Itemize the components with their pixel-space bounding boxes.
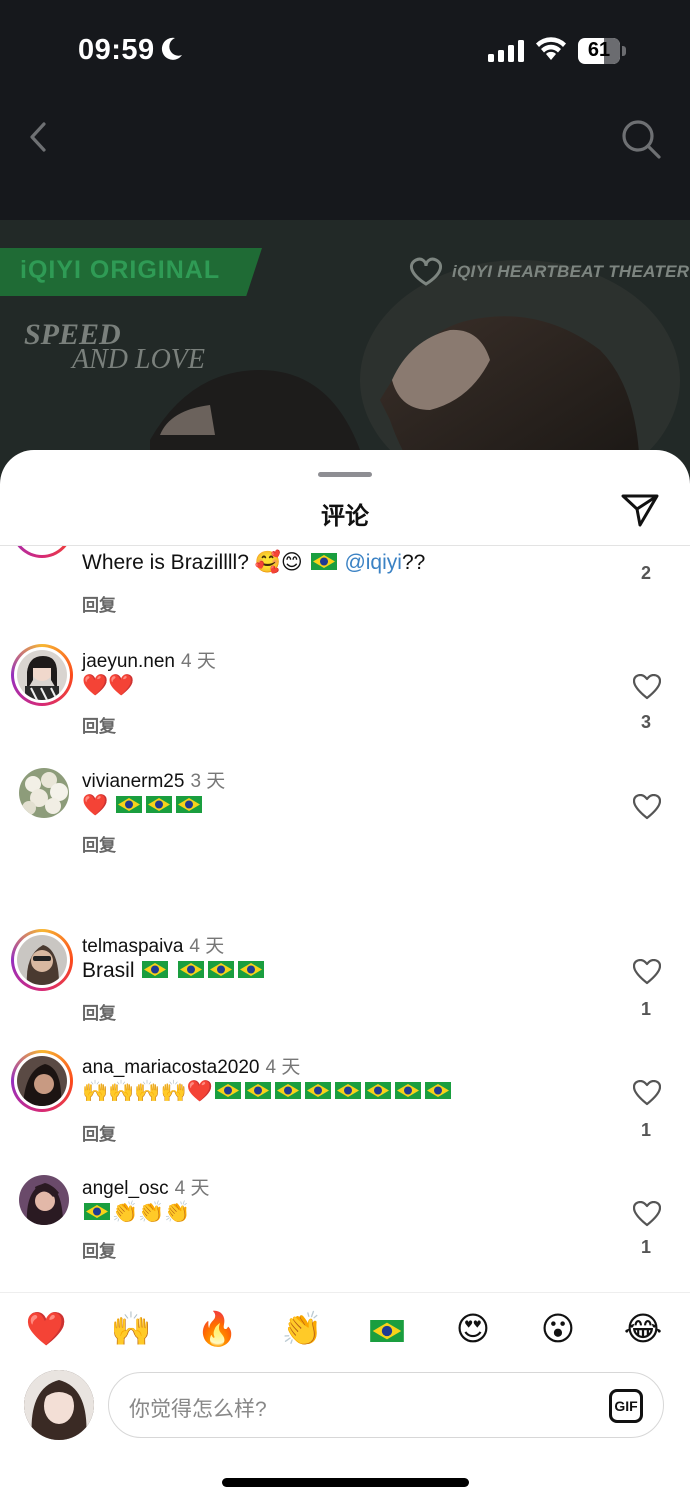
comment-header: ana_mariacosta2020 4 天 xyxy=(82,1052,300,1079)
brazil-flag-icon xyxy=(146,796,172,813)
comment-header: telmaspaiva 4 天 xyxy=(82,931,224,958)
heart-icon[interactable] xyxy=(633,959,661,985)
brazil-flag-icon xyxy=(208,961,235,978)
comment-username[interactable]: vivianerm25 xyxy=(82,771,184,792)
moon-icon xyxy=(161,37,182,60)
status-bar: 09:59 61 xyxy=(0,0,690,100)
wifi-icon xyxy=(536,37,566,60)
emoji-heart-eyes-button[interactable]: 😍 xyxy=(451,1307,495,1351)
back-icon[interactable] xyxy=(24,120,52,154)
brazil-flag-icon xyxy=(424,1082,451,1099)
brazil-flag-icon xyxy=(334,1082,361,1099)
heartbeat-logo-icon xyxy=(409,257,443,286)
comment-composer: 你觉得怎么样? GIF xyxy=(0,1364,690,1464)
battery-level: 61 xyxy=(587,39,611,61)
emoji-laughing-button[interactable]: 😂 xyxy=(621,1307,665,1351)
home-indicator[interactable] xyxy=(222,1478,469,1487)
like-count: 1 xyxy=(640,999,651,1019)
emoji-surprised-button[interactable]: 😮 xyxy=(536,1307,580,1351)
video-banner[interactable]: iQIYI ORIGINAL iQIYI HEARTBEAT THEATER S… xyxy=(0,220,690,480)
share-icon[interactable] xyxy=(620,492,660,528)
comment-username[interactable]: ana_mariacosta2020 xyxy=(82,1057,259,1078)
comment-time: 4 天 xyxy=(174,1178,210,1199)
comment-text: ❤️❤️ xyxy=(82,674,135,697)
comment-username[interactable]: jaeyun.nen xyxy=(82,651,175,672)
brazil-flag-icon xyxy=(176,796,202,813)
comment-username[interactable]: angel_osc xyxy=(82,1178,169,1199)
comment-text: ❤️ xyxy=(82,794,204,818)
comment-time: 4 天 xyxy=(265,1057,301,1078)
heart-icon[interactable] xyxy=(633,794,661,820)
comment-time: 4 天 xyxy=(189,936,225,957)
brazil-flag-icon xyxy=(364,1082,391,1099)
sheet-grabber[interactable] xyxy=(318,472,372,477)
reply-button[interactable]: 回复 xyxy=(82,591,116,616)
heart-icon[interactable] xyxy=(633,1201,661,1227)
comment-text: Brasil xyxy=(82,959,266,983)
brazil-flag-icon xyxy=(394,1082,421,1099)
avatar[interactable] xyxy=(11,929,73,991)
brazil-flag-icon xyxy=(244,1082,271,1099)
emoji-heart-button[interactable]: ❤️ xyxy=(24,1307,68,1351)
avatar[interactable] xyxy=(19,1175,69,1225)
sheet-title: 评论 xyxy=(321,503,369,530)
reply-button[interactable]: 回复 xyxy=(82,1120,116,1145)
show-title-line2: AND LOVE xyxy=(72,344,205,375)
emoji-brazil-flag-button[interactable] xyxy=(365,1307,409,1351)
brazil-flag-icon xyxy=(116,796,142,813)
brazil-flag-icon xyxy=(238,961,265,978)
cellular-signal-icon xyxy=(488,40,524,62)
brazil-flag-icon xyxy=(84,1203,110,1220)
reply-button[interactable]: 回复 xyxy=(82,831,116,856)
battery-icon: 61 xyxy=(578,38,626,64)
heart-icon[interactable] xyxy=(633,674,661,700)
comment-input[interactable]: 你觉得怎么样? GIF xyxy=(108,1372,664,1438)
comment-input-placeholder: 你觉得怎么样? xyxy=(129,1398,267,1421)
comment-time: 4 天 xyxy=(180,651,216,672)
comment-header: vivianerm25 3 天 xyxy=(82,766,225,793)
brazil-flag-icon xyxy=(274,1082,301,1099)
status-time: 09:59 xyxy=(78,34,155,66)
avatar[interactable] xyxy=(19,768,69,818)
avatar[interactable] xyxy=(11,644,73,706)
reply-button[interactable]: 回复 xyxy=(82,712,116,737)
reply-button[interactable]: 回复 xyxy=(82,1237,116,1262)
search-icon[interactable] xyxy=(620,118,662,160)
comment-header: angel_osc 4 天 xyxy=(82,1173,209,1200)
mention-link[interactable]: @iqiyi xyxy=(344,551,402,574)
like-count: 1 xyxy=(640,1120,651,1140)
comment-username[interactable]: telmaspaiva xyxy=(82,936,183,957)
emoji-raised-hands-button[interactable]: 🙌 xyxy=(109,1307,153,1351)
comments-sheet: 评论 Where is Brazillll? 🥰😊 @iqiyi?? 回复 2 … xyxy=(0,450,690,1499)
comment-text: 🙌🙌🙌🙌❤️ xyxy=(82,1080,453,1104)
top-nav xyxy=(0,100,690,220)
comment-list[interactable]: Where is Brazillll? 🥰😊 @iqiyi?? 回复 2 jae… xyxy=(0,546,690,1291)
brazil-flag-icon xyxy=(304,1082,331,1099)
emoji-fire-button[interactable]: 🔥 xyxy=(195,1307,239,1351)
my-avatar[interactable] xyxy=(24,1370,94,1440)
like-count: 3 xyxy=(640,712,651,732)
reply-button[interactable]: 回复 xyxy=(82,999,116,1024)
emoji-clap-button[interactable]: 👏 xyxy=(280,1307,324,1351)
avatar[interactable] xyxy=(11,546,73,558)
brazil-flag-icon xyxy=(178,961,205,978)
heart-icon[interactable] xyxy=(633,1080,661,1106)
comment-time: 3 天 xyxy=(190,771,226,792)
brazil-flag-icon xyxy=(142,961,169,978)
avatar[interactable] xyxy=(11,1050,73,1112)
like-count: 1 xyxy=(640,1237,651,1257)
theater-label: iQIYI HEARTBEAT THEATER xyxy=(452,262,690,281)
comment-text: 👏👏👏 xyxy=(82,1201,190,1225)
comment-header: jaeyun.nen 4 天 xyxy=(82,646,216,673)
brazil-flag-icon xyxy=(310,553,337,570)
gif-icon[interactable]: GIF xyxy=(609,1389,643,1423)
like-count: 2 xyxy=(640,563,651,583)
brazil-flag-icon xyxy=(370,1320,404,1343)
emoji-quick-bar: ❤️ 🙌 🔥 👏 😍 😮 😂 xyxy=(0,1292,690,1364)
comment-text: Where is Brazillll? 🥰😊 @iqiyi?? xyxy=(82,551,426,574)
original-label: iQIYI ORIGINAL xyxy=(20,256,221,284)
brazil-flag-icon xyxy=(214,1082,241,1099)
